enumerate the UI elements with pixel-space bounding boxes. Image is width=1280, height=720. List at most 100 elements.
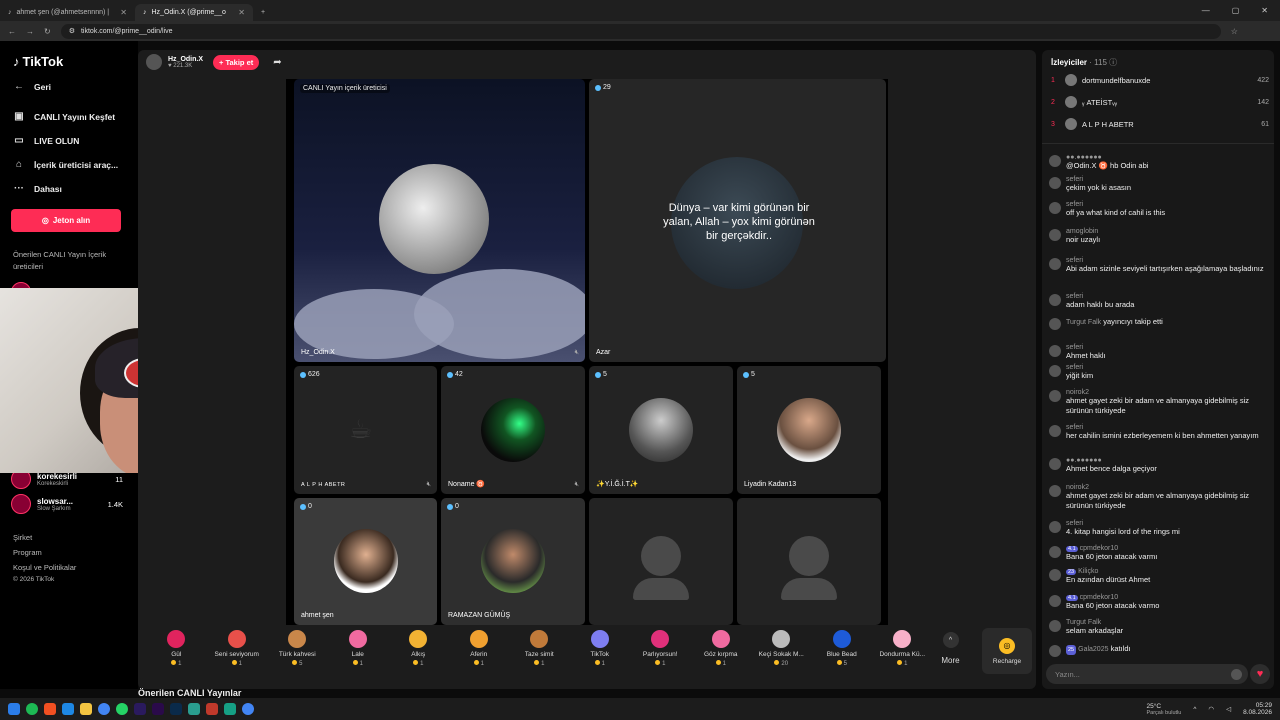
- windows-start-icon[interactable]: [8, 703, 20, 715]
- nav-creator-tools[interactable]: ⌂ İçerik üreticisi araç...: [13, 159, 118, 170]
- gift-item[interactable]: Blue Bead 5: [812, 626, 873, 667]
- reload-icon[interactable]: ↻: [44, 27, 51, 36]
- app-icon[interactable]: [62, 703, 74, 715]
- chat-message[interactable]: seferi çekim yok ki asasın: [1049, 176, 1269, 193]
- more-gifts-button[interactable]: ^ More: [933, 626, 969, 665]
- close-window-icon[interactable]: ✕: [1261, 6, 1268, 15]
- empty-seat[interactable]: [589, 498, 733, 625]
- file-explorer-icon[interactable]: [80, 703, 92, 715]
- app-icon[interactable]: [206, 703, 218, 715]
- chevron-up-icon[interactable]: ^: [1193, 706, 1196, 713]
- get-coins-button[interactable]: ◎ Jeton alın: [11, 209, 121, 232]
- nav-go-live[interactable]: ▭ LIVE OLUN: [13, 135, 79, 146]
- guest-tile[interactable]: 0 ahmet şen: [294, 498, 437, 625]
- top-viewer-row[interactable]: 2ᵧ ATEİSTᵥᵧ 142: [1051, 96, 1269, 108]
- gift-item[interactable]: Alkış 1: [388, 626, 449, 667]
- site-info-icon[interactable]: ⚙: [69, 27, 75, 35]
- empty-seat[interactable]: [737, 498, 881, 625]
- guest-tile[interactable]: 42 Noname ♉ 🔇︎: [441, 366, 585, 494]
- gift-item[interactable]: Gül 1: [146, 626, 207, 667]
- minimize-icon[interactable]: —: [1202, 6, 1210, 15]
- footer-company-link[interactable]: Şirket: [13, 533, 32, 542]
- guest-tile[interactable]: 0 RAMAZAN GÜMÜŞ: [441, 498, 585, 625]
- chat-message[interactable]: noirok2 ahmet gayet zeki bir adam ve alma…: [1049, 484, 1269, 511]
- share-icon[interactable]: ➦: [273, 57, 281, 68]
- nav-back[interactable]: ← Geri: [13, 81, 51, 92]
- chat-message[interactable]: noirok2 ahmet gayet zeki bir adam ve alma…: [1049, 389, 1269, 416]
- emoji-icon[interactable]: [1231, 668, 1242, 680]
- guest-tile[interactable]: 5 ✨Y.İ.Ğ.İ.T✨: [589, 366, 733, 494]
- premiere-icon[interactable]: [152, 703, 164, 715]
- gift-item[interactable]: Dondurma Kü... 1: [872, 626, 933, 667]
- guest-tile[interactable]: 5 Liyadin Kadan13: [737, 366, 881, 494]
- gift-item[interactable]: Seni seviyorum 1: [207, 626, 268, 667]
- after-effects-icon[interactable]: [134, 703, 146, 715]
- tiktok-logo[interactable]: ♪ TikTok: [13, 54, 63, 69]
- chat-message[interactable]: amoglobin noir uzaylı: [1049, 228, 1269, 245]
- top-viewer-row[interactable]: 1 dortmundelfbanuxde 422: [1051, 74, 1269, 86]
- close-icon[interactable]: ✕: [120, 8, 127, 17]
- nav-more[interactable]: ··· Dahası: [13, 183, 62, 194]
- chat-message[interactable]: seferi Ahmet haklı: [1049, 344, 1269, 361]
- guest-tile[interactable]: 626 ☕︎ A L P H ABETR 🔇︎: [294, 366, 437, 494]
- guest-tile-host[interactable]: CANLI Yayın içerik üreticisi Hz_Odin.X 🔇…: [294, 79, 585, 362]
- nav-explore-live[interactable]: ▣ CANLI Yayını Keşfet: [13, 111, 115, 122]
- gift-item[interactable]: Lale 1: [328, 626, 389, 667]
- spotify-icon[interactable]: [26, 703, 38, 715]
- browser-tab-active[interactable]: ♪ Hz_Odin.X (@prime__o ✕: [135, 4, 253, 21]
- suggested-creator[interactable]: slowsar... Slow Şarkım 1.4K: [11, 494, 123, 514]
- maximize-icon[interactable]: ▢: [1232, 6, 1240, 15]
- chat-message[interactable]: ●●.●●●●●● @Odin.X ♉ hb Odin abi: [1049, 154, 1269, 171]
- footer-copyright: © 2026 TikTok: [13, 576, 55, 583]
- new-tab-button[interactable]: +: [253, 4, 273, 21]
- gift-item[interactable]: Parlıyorsun! 1: [630, 626, 691, 667]
- gift-item[interactable]: Taze simit 1: [509, 626, 570, 667]
- guest-tile[interactable]: 29 Dünya – var kimi görünən bir yalan, A…: [589, 79, 886, 362]
- chat-message[interactable]: ●●.●●●●●● Ahmet bence dalga geçiyor: [1049, 457, 1269, 474]
- footer-terms-link[interactable]: Koşul ve Politikalar: [13, 563, 76, 572]
- wifi-icon[interactable]: ◠: [1208, 705, 1214, 713]
- clock[interactable]: 05:29 8.08.2026: [1243, 702, 1272, 716]
- avatar: [1049, 620, 1061, 632]
- app-icon[interactable]: [188, 703, 200, 715]
- chat-message[interactable]: seferi Abi adam sizinle seviyeli tartışır…: [1049, 257, 1269, 274]
- close-icon[interactable]: ✕: [238, 8, 245, 17]
- chat-message[interactable]: Turgut Falk yayıncıyı takip etti: [1049, 317, 1269, 330]
- host-avatar[interactable]: [146, 54, 162, 70]
- gift-item[interactable]: TikTok 1: [570, 626, 631, 667]
- like-heart-button[interactable]: ♥: [1250, 664, 1270, 684]
- gift-item[interactable]: Keçi Sokak M... 20: [751, 626, 812, 667]
- photoshop-icon[interactable]: [170, 703, 182, 715]
- chat-message[interactable]: Turgut Falk selam arkadaşlar: [1049, 619, 1269, 636]
- whatsapp-icon[interactable]: [116, 703, 128, 715]
- footer-program-link[interactable]: Program: [13, 548, 42, 557]
- app-icon[interactable]: [44, 703, 56, 715]
- forward-icon[interactable]: →: [26, 27, 34, 36]
- back-icon[interactable]: ←: [8, 27, 16, 36]
- info-icon[interactable]: ⓘ: [1109, 58, 1117, 67]
- chat-message[interactable]: seferi 4. kitap hangisi lord of the rings…: [1049, 520, 1269, 537]
- gift-item[interactable]: Göz kırpma 1: [691, 626, 752, 667]
- app-icon[interactable]: [224, 703, 236, 715]
- top-viewer-row[interactable]: 3A L P H ABETR 61: [1051, 118, 1269, 130]
- recharge-button[interactable]: ◎ Recharge: [982, 628, 1032, 674]
- chrome-icon[interactable]: [242, 703, 254, 715]
- chat-message[interactable]: 4.1 cpmdekor10 Bana 60 jeton atacak varmo: [1049, 594, 1269, 611]
- chat-message[interactable]: 25 Gala2025 katıldı: [1049, 644, 1269, 657]
- gift-item[interactable]: Aferin 1: [449, 626, 510, 667]
- chat-input[interactable]: Yazın...: [1046, 664, 1248, 684]
- chat-message[interactable]: seferi her cahilin ismini ezberleyemem ki…: [1049, 424, 1269, 441]
- chat-message[interactable]: seferi yiğit kim: [1049, 364, 1269, 381]
- gift-item[interactable]: Türk kahvesi 5: [267, 626, 328, 667]
- follow-button[interactable]: + Takip et: [213, 54, 260, 70]
- chat-message[interactable]: 23 Kiliçko En azından dürüst Ahmet: [1049, 568, 1269, 585]
- chrome-icon[interactable]: [98, 703, 110, 715]
- browser-tab[interactable]: ♪ ahmet şen (@ahmetsennnn) | ✕: [0, 4, 135, 21]
- chat-message[interactable]: seferi off ya what kind of cahil is this: [1049, 201, 1269, 218]
- url-field[interactable]: ⚙ tiktok.com/@prime__odin/live: [60, 23, 1221, 39]
- weather-widget[interactable]: 25°C Parçalı bulutlu: [1146, 703, 1181, 716]
- chat-message[interactable]: seferi adam haklı bu arada: [1049, 293, 1269, 310]
- chat-message[interactable]: 4.1 cpmdekor10 Bana 60 jeton atacak varmı: [1049, 545, 1269, 562]
- star-icon[interactable]: ☆: [1231, 27, 1238, 36]
- volume-icon[interactable]: ◁: [1226, 705, 1231, 713]
